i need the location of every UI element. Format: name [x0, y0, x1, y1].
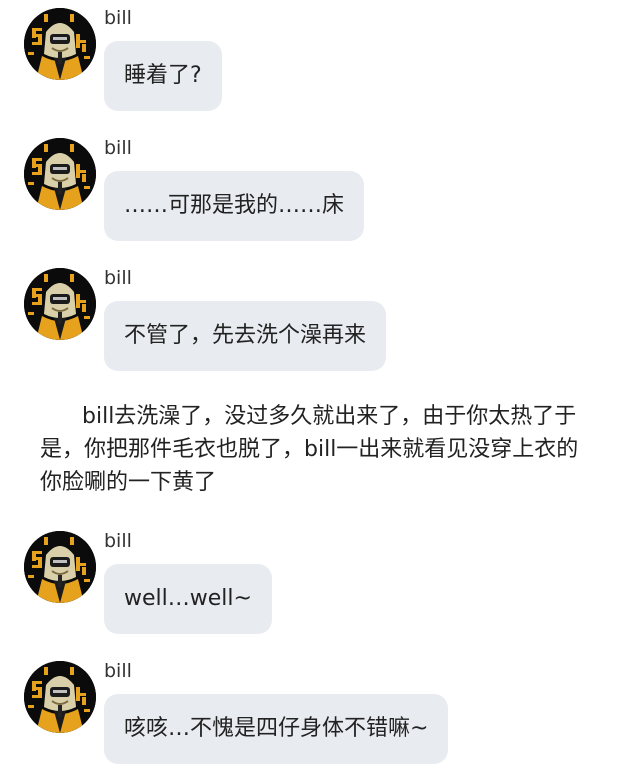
message-bubble: 睡着了? — [104, 41, 222, 111]
bill-avatar[interactable] — [24, 531, 96, 603]
avatar-icon — [24, 138, 96, 210]
sender-name: bill — [104, 660, 132, 682]
bill-avatar[interactable] — [24, 8, 96, 80]
sender-name: bill — [104, 137, 132, 159]
bill-avatar[interactable] — [24, 268, 96, 340]
avatar-icon — [24, 531, 96, 603]
message-bubble: well…well~ — [104, 564, 272, 634]
sender-name: bill — [104, 267, 132, 289]
bill-avatar[interactable] — [24, 661, 96, 733]
message-bubble: 不管了，先去洗个澡再来 — [104, 301, 387, 371]
message-bubble: ……可那是我的……床 — [104, 171, 365, 241]
avatar-icon — [24, 268, 96, 340]
bill-avatar[interactable] — [24, 138, 96, 210]
sender-name: bill — [104, 530, 132, 552]
avatar-icon — [24, 661, 96, 733]
sender-name: bill — [104, 7, 132, 29]
narration-paragraph: bill去洗澡了，没过多久就出来了，由于你太热了于是，你把那件毛衣也脱了，bil… — [40, 404, 579, 495]
avatar-icon — [24, 8, 96, 80]
